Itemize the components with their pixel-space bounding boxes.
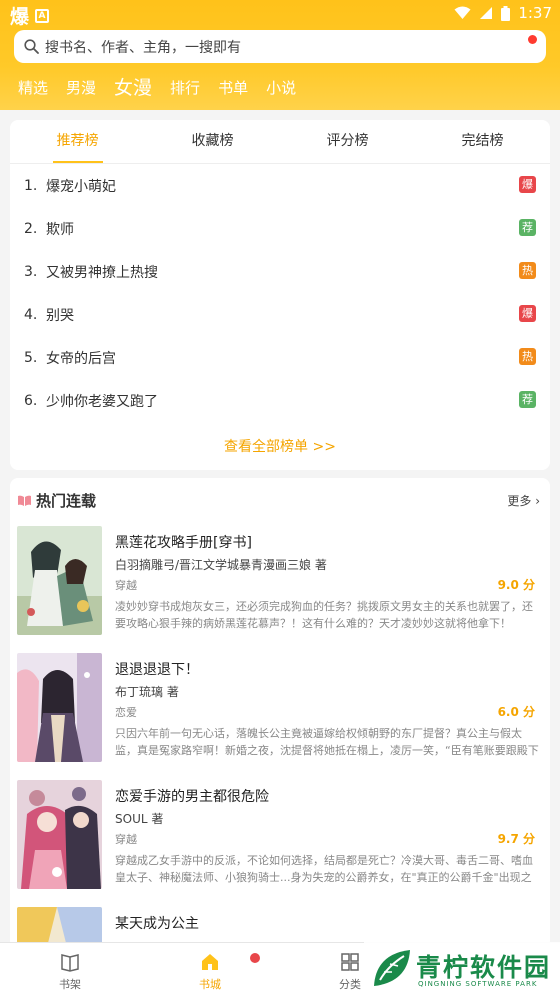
open-book-icon xyxy=(18,495,31,506)
rank-number: 3. xyxy=(24,263,38,280)
recommended-badge: 荐 xyxy=(519,391,536,408)
book-item[interactable]: 黑莲花攻略手册[穿书] 白羽摘雕弓/晋江文学城暴青漫画三娘 著 穿越 9.0 分… xyxy=(17,526,543,638)
ranking-item[interactable]: 1. 爆宠小萌妃 爆 xyxy=(10,164,550,207)
rank-title: 欺师 xyxy=(46,221,74,238)
book-score: 6.0 分 xyxy=(497,705,535,719)
book-genre: 穿越 xyxy=(115,579,137,592)
nav-female-comics[interactable]: 女漫 xyxy=(114,76,152,100)
notification-dot xyxy=(528,35,537,44)
book-description: 只因六年前一句无心话，落魄长公主竟被逼嫁给权倾朝野的东厂提督？真公主与假太监，真… xyxy=(115,727,539,757)
nav-booklist[interactable]: 书单 xyxy=(218,76,248,100)
section-header: 热门连载 更多 › xyxy=(10,478,550,522)
explosive-badge: 爆 xyxy=(519,305,536,322)
home-icon xyxy=(202,954,218,970)
book-title: 黑莲花攻略手册[穿书] xyxy=(115,535,252,551)
notification-badge-icon: A xyxy=(35,8,50,23)
book-score: 9.7 分 xyxy=(497,832,535,846)
ranking-list: 1. 爆宠小萌妃 爆 2. 欺师 荐 3. 又被男神撩上热搜 热 4. 别哭 爆… xyxy=(10,164,550,422)
book-item[interactable]: 恋爱手游的男主都很危险 SOUL 著 穿越 9.7 分 穿越成乙女手游中的反派，… xyxy=(17,780,543,892)
chevron-right-icon: › xyxy=(535,494,540,508)
book-cover[interactable] xyxy=(17,526,102,635)
book-author: 布丁琉璃 著 xyxy=(115,685,179,699)
book-author: 白羽摘雕弓/晋江文学城暴青漫画三娘 著 xyxy=(115,558,327,572)
book-genre: 恋爱 xyxy=(115,706,137,719)
battery-icon xyxy=(501,5,511,21)
search-icon xyxy=(24,39,39,54)
watermark-text: 青柠软件园 xyxy=(416,953,552,982)
watermark: 青柠软件园 QINGNING SOFTWARE PARK xyxy=(364,942,560,995)
search-placeholder: 搜书名、作者、主角，一搜即有 xyxy=(45,39,241,56)
tab-bookshelf[interactable]: 书架 xyxy=(40,951,100,992)
nav-male-comics[interactable]: 男漫 xyxy=(66,76,96,100)
ranking-item[interactable]: 4. 别哭 爆 xyxy=(10,293,550,336)
rank-number: 4. xyxy=(24,306,38,323)
tab-bookstore-label: 书城 xyxy=(199,978,221,991)
book-author: SOUL 著 xyxy=(115,812,164,826)
rank-number: 2. xyxy=(24,220,38,237)
view-all-rankings-link[interactable]: 查看全部榜单 >> xyxy=(10,436,550,456)
nav-ranking[interactable]: 排行 xyxy=(170,76,200,100)
bookshelf-icon xyxy=(61,954,79,972)
book-description: 穿越成乙女手游中的反派，不论如何选择，结局都是死亡？冷漠大哥、毒舌二哥、嗜血皇太… xyxy=(115,854,533,884)
book-score: 9.0 分 xyxy=(497,578,535,592)
book-cover[interactable] xyxy=(17,653,102,762)
ranking-item[interactable]: 6. 少帅你老婆又跑了 荐 xyxy=(10,379,550,422)
app-notification-icon: 爆 xyxy=(10,6,30,28)
hot-badge: 热 xyxy=(519,348,536,365)
book-title: 某天成为公主 xyxy=(115,916,199,932)
rank-title: 又被男神撩上热搜 xyxy=(46,264,158,281)
book-item[interactable]: 退退退退下！ 布丁琉璃 著 恋爱 6.0 分 只因六年前一句无心话，落魄长公主竟… xyxy=(17,653,543,765)
rank-title: 少帅你老婆又跑了 xyxy=(46,393,158,410)
rank-title: 女帝的后宫 xyxy=(46,350,116,367)
book-title: 退退退退下！ xyxy=(115,662,199,678)
more-link[interactable]: 更多 › xyxy=(507,492,540,509)
book-description: 凌妙妙穿书成炮灰女三，还必须完成狗血的任务？挑拨原文男女主的关系也就罢了，还要攻… xyxy=(115,600,533,630)
nav-novel[interactable]: 小说 xyxy=(266,76,296,100)
leaf-logo-icon xyxy=(374,950,410,986)
book-title: 恋爱手游的男主都很危险 xyxy=(115,789,269,805)
status-bar: 爆 A 1:37 xyxy=(0,0,560,28)
hot-badge: 热 xyxy=(519,262,536,279)
search-bar[interactable]: 搜书名、作者、主角，一搜即有 xyxy=(14,30,546,63)
rank-number: 5. xyxy=(24,349,38,366)
header: 爆 A 1:37 搜书名、作者、主角，一搜即有 精选 男漫 女漫 排行 书单 小… xyxy=(0,0,560,110)
signal-icon xyxy=(480,7,493,19)
explosive-badge: 爆 xyxy=(519,176,536,193)
rank-number: 1. xyxy=(24,177,38,194)
ranking-tabs: 推荐榜 收藏榜 评分榜 完结榜 xyxy=(10,120,550,164)
watermark-subtext: QINGNING SOFTWARE PARK xyxy=(418,980,538,988)
tab-recommended[interactable]: 推荐榜 xyxy=(10,120,145,163)
book-genre: 穿越 xyxy=(115,833,137,846)
hot-serial-section: 热门连载 更多 › 黑莲花攻略手册[穿书] 白羽摘雕弓/晋江文学城暴青漫画三娘 … xyxy=(10,478,550,948)
rank-title: 别哭 xyxy=(46,307,74,324)
nav-featured[interactable]: 精选 xyxy=(18,76,48,100)
tab-category-label: 分类 xyxy=(339,978,361,991)
ranking-item[interactable]: 3. 又被男神撩上热搜 热 xyxy=(10,250,550,293)
recommended-badge: 荐 xyxy=(519,219,536,236)
tab-bookstore[interactable]: 书城 xyxy=(180,951,240,992)
tab-bookshelf-label: 书架 xyxy=(59,978,81,991)
clock: 1:37 xyxy=(518,4,552,22)
tab-completed[interactable]: 完结榜 xyxy=(415,120,550,163)
tab-favorites[interactable]: 收藏榜 xyxy=(145,120,280,163)
rank-title: 爆宠小萌妃 xyxy=(46,178,116,195)
more-label: 更多 xyxy=(507,494,532,508)
wifi-icon xyxy=(454,6,471,19)
category-nav: 精选 男漫 女漫 排行 书单 小说 xyxy=(18,76,314,100)
notification-dot xyxy=(250,953,260,963)
tab-rating[interactable]: 评分榜 xyxy=(280,120,415,163)
ranking-card: 推荐榜 收藏榜 评分榜 完结榜 1. 爆宠小萌妃 爆 2. 欺师 荐 3. 又被… xyxy=(10,120,550,470)
rank-number: 6. xyxy=(24,392,38,409)
ranking-item[interactable]: 5. 女帝的后宫 热 xyxy=(10,336,550,379)
section-title: 热门连载 xyxy=(36,492,97,510)
ranking-item[interactable]: 2. 欺师 荐 xyxy=(10,207,550,250)
book-cover[interactable] xyxy=(17,780,102,889)
grid-icon xyxy=(341,953,359,971)
